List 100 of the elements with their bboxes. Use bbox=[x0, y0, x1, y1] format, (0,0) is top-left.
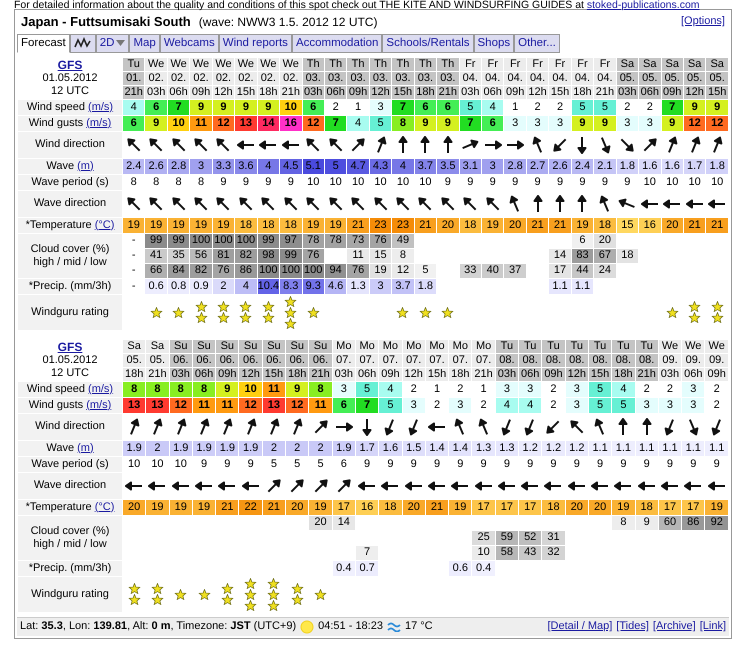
day-cell: Fr bbox=[504, 58, 526, 71]
wind-gust-value: 12 bbox=[239, 398, 262, 413]
wave-height-value: 2.6 bbox=[145, 158, 167, 174]
wind-speed-value: 9 bbox=[286, 382, 308, 397]
tab[interactable]: Other... bbox=[514, 34, 560, 53]
model-link[interactable]: GFS bbox=[18, 58, 122, 72]
unit-link[interactable]: (m) bbox=[77, 442, 94, 454]
temperature-value: 18 bbox=[460, 218, 481, 233]
tab[interactable]: Map bbox=[129, 34, 160, 53]
date-cell: 08. bbox=[496, 354, 518, 367]
tab[interactable]: Wind reports bbox=[218, 34, 292, 53]
date-cell: 07. bbox=[379, 354, 402, 367]
row-label: *Temperature bbox=[26, 218, 92, 231]
footer-link[interactable]: [Tides] bbox=[616, 620, 649, 634]
day-cell: Th bbox=[370, 58, 392, 71]
notice-link[interactable]: stoked-publications.com bbox=[586, 0, 700, 11]
day-cell: Sa bbox=[616, 58, 638, 71]
wave-period-value: 9 bbox=[596, 456, 604, 472]
cloud-cover-value: 12 bbox=[392, 264, 414, 278]
wave-period-value: 10 bbox=[396, 174, 410, 190]
options-link[interactable]: [Options] bbox=[680, 15, 725, 28]
temperature-value: 23 bbox=[392, 218, 414, 233]
hour-cell: 15h bbox=[549, 86, 571, 99]
date-cell: 03. bbox=[370, 72, 392, 85]
hour-cell: 12h bbox=[566, 368, 588, 381]
wind-gust-value: 9 bbox=[437, 116, 459, 131]
wind-speed-value: 8 bbox=[309, 382, 332, 397]
date-cell: 07. bbox=[472, 354, 495, 367]
temperature-value: 20 bbox=[402, 500, 425, 515]
unit-link[interactable]: (m/s) bbox=[88, 100, 114, 113]
wave-height-value: 1.1 bbox=[612, 440, 635, 456]
footer-link[interactable]: [Link] bbox=[700, 620, 726, 634]
hour-cell: 06h bbox=[682, 368, 704, 381]
hour-cell: 15h bbox=[706, 86, 728, 99]
cloud-cover-value: 8 bbox=[392, 248, 414, 263]
tab[interactable]: 2D bbox=[96, 34, 130, 53]
hour-cell: 18h bbox=[286, 368, 308, 381]
wave-height-value: 1.2 bbox=[566, 440, 588, 456]
footer-link[interactable]: [Archive] bbox=[652, 620, 696, 634]
hour-cell: 09h bbox=[705, 368, 728, 381]
temperature-value: 16 bbox=[639, 218, 660, 233]
temperature-value: 21 bbox=[526, 218, 548, 233]
wave-period-value: 5 bbox=[293, 456, 302, 472]
day-cell: Su bbox=[192, 340, 216, 353]
wind-speed-value: 5 bbox=[572, 100, 594, 115]
tab[interactable]: Shops bbox=[474, 34, 514, 53]
day-cell: Tu bbox=[542, 340, 565, 353]
wind-gust-value: 6 bbox=[332, 398, 355, 413]
unit-link[interactable]: (m/s) bbox=[88, 382, 114, 395]
wave-height-value: 5 bbox=[324, 158, 346, 174]
model-link[interactable]: GFS bbox=[18, 340, 122, 354]
date-cell: 06. bbox=[216, 354, 238, 367]
temperature-value: 19 bbox=[309, 500, 332, 515]
unit-link[interactable]: (m/s) bbox=[86, 116, 112, 129]
precipitation-value: 0.9 bbox=[190, 278, 212, 294]
wind-gust-value: 3 bbox=[526, 116, 548, 131]
hour-cell: 09h bbox=[216, 368, 238, 381]
day-cell: Tu bbox=[519, 340, 542, 353]
date-cell: 04. bbox=[594, 72, 616, 85]
wind-speed-value: 9 bbox=[706, 100, 728, 115]
hour-cell: 18h bbox=[449, 368, 472, 381]
temperature-value: 20 bbox=[504, 218, 526, 233]
row-label: Cloud cover (%) bbox=[30, 524, 110, 537]
wave-period-value: 10 bbox=[688, 174, 702, 190]
temperature-value: 19 bbox=[449, 500, 472, 515]
unit-link[interactable]: (°C) bbox=[94, 218, 114, 231]
temperature-value: 20 bbox=[286, 500, 308, 515]
temperature-value: 19 bbox=[123, 218, 144, 233]
footer-link[interactable]: [Detail / Map] bbox=[547, 620, 612, 634]
wind-gust-value: 9 bbox=[145, 116, 167, 131]
tab[interactable]: Forecast bbox=[17, 34, 70, 53]
day-cell: We bbox=[212, 58, 234, 71]
cloud-cover-value: 78 bbox=[302, 234, 324, 248]
tab[interactable]: Webcams bbox=[160, 34, 219, 53]
unit-link[interactable]: (m/s) bbox=[86, 398, 112, 411]
temperature-value: 20 bbox=[662, 218, 683, 233]
caret-icon bbox=[116, 40, 126, 46]
day-cell: Fr bbox=[460, 58, 481, 71]
row-label: Wave period (s) bbox=[31, 458, 109, 470]
date-cell: 07. bbox=[332, 354, 355, 367]
wind-gust-value: 8 bbox=[392, 116, 414, 131]
wave-height-value: 3.7 bbox=[414, 158, 436, 174]
wave-period-value: 9 bbox=[264, 174, 272, 190]
temperature-value: 21 bbox=[549, 218, 571, 233]
unit-link[interactable]: (m) bbox=[77, 160, 94, 172]
unit-link[interactable]: (°C) bbox=[94, 500, 114, 513]
date-cell: 04. bbox=[549, 72, 571, 85]
graph-tab[interactable] bbox=[70, 34, 96, 53]
date-cell: 03. bbox=[347, 72, 369, 85]
temperature-value: 18 bbox=[235, 218, 257, 233]
temperature-value: 16 bbox=[356, 500, 378, 515]
date-cell: 08. bbox=[566, 354, 588, 367]
hour-cell: 18h bbox=[612, 368, 635, 381]
cloud-cover-value: - bbox=[130, 234, 137, 248]
tab[interactable]: Accommodation bbox=[292, 34, 382, 53]
day-cell: Su bbox=[239, 340, 262, 353]
tab[interactable]: Schools/Rentals bbox=[382, 34, 474, 53]
wave-height-value: 1.1 bbox=[705, 440, 728, 456]
hour-cell: 03h bbox=[145, 86, 167, 99]
day-cell: Sa bbox=[684, 58, 706, 71]
